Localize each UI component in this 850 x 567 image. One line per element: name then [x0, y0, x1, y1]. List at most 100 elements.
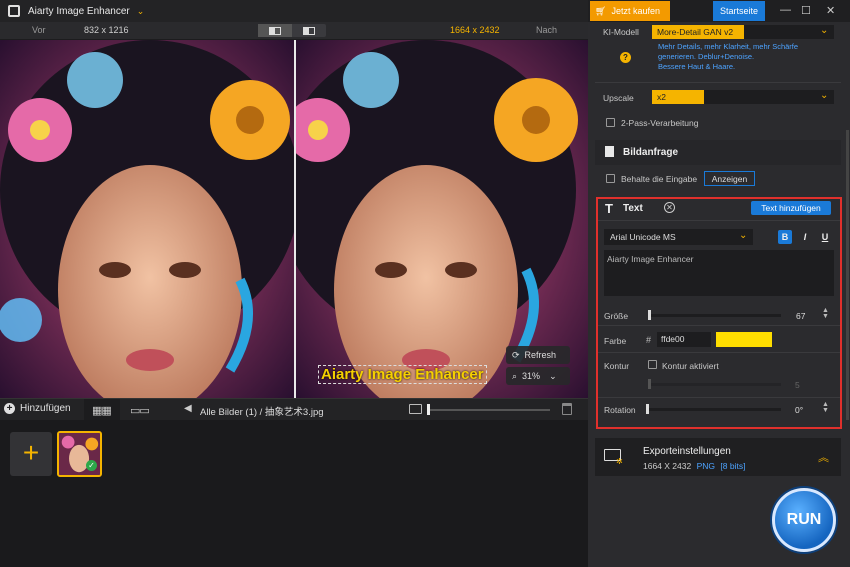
- show-button[interactable]: Anzeigen: [704, 171, 755, 186]
- compare-header: Vor 832 x 1216 1664 x 2432 Nach: [0, 22, 588, 39]
- grid-view-icon[interactable]: ▦▦: [92, 404, 112, 417]
- slider-handle[interactable]: [648, 379, 651, 389]
- font-value: Arial Unicode MS: [610, 232, 676, 242]
- rotation-value: 0°: [795, 405, 804, 415]
- export-size: 1664 X 2432: [643, 461, 692, 471]
- zoom-icon: ⌕: [512, 370, 518, 381]
- trash-icon[interactable]: [562, 403, 572, 415]
- bildanfrage-title: Bildanfrage: [623, 147, 679, 158]
- after-size: 1664 x 2432: [450, 25, 500, 35]
- back-arrow-icon[interactable]: ◀: [184, 403, 192, 414]
- hash-sign: #: [646, 335, 652, 345]
- close-icon[interactable]: ✕: [826, 4, 835, 17]
- slider-handle[interactable]: [427, 404, 430, 415]
- two-pass-label: 2-Pass-Verarbeitung: [621, 118, 699, 128]
- upscale-label: Upscale: [603, 93, 634, 103]
- outline-slider[interactable]: [648, 383, 781, 386]
- keep-input-checkbox[interactable]: [606, 174, 615, 183]
- buy-now-button[interactable]: 🛒︎ Jetzt kaufen: [590, 1, 670, 21]
- thumbnail-size-slider[interactable]: [428, 409, 550, 411]
- add-image-tile[interactable]: +: [10, 432, 52, 476]
- run-button[interactable]: RUN: [772, 488, 836, 552]
- home-button[interactable]: Startseite: [713, 1, 765, 21]
- slider-handle[interactable]: [648, 310, 651, 320]
- zoom-control[interactable]: ⌕ 31% ⌄: [506, 367, 570, 385]
- image-thumbnail[interactable]: [57, 431, 102, 477]
- export-format: PNG: [696, 461, 716, 471]
- breadcrumb[interactable]: Alle Bilder (1) / 抽象艺术3.jpg: [200, 404, 324, 418]
- outline-enable-label: Kontur aktiviert: [662, 361, 719, 371]
- portrait-image: [0, 40, 294, 398]
- hint-line: generieren. Deblur+Denoise.: [658, 52, 755, 61]
- text-overlay[interactable]: Aiarty Image Enhancer: [318, 365, 487, 384]
- chevron-down-icon[interactable]: ⌄: [137, 6, 145, 17]
- app-logo-icon: [8, 5, 20, 17]
- slider-handle[interactable]: [646, 404, 649, 414]
- ki-model-description: Mehr Details, mehr Klarheit, mehr Schärf…: [658, 42, 828, 72]
- app-title: Aiarty Image Enhancer: [28, 5, 130, 17]
- keep-input-label: Behalte die Eingabe: [621, 174, 698, 184]
- add-text-button[interactable]: Text hinzufügen: [751, 201, 831, 215]
- refresh-icon: ⟳: [512, 349, 520, 360]
- minimize-icon[interactable]: —: [780, 4, 791, 16]
- check-icon: ✓: [86, 460, 97, 471]
- side-by-side-button[interactable]: [292, 24, 326, 37]
- outline-value: 5: [795, 380, 800, 390]
- after-label: Nach: [536, 25, 558, 35]
- portrait-image: [296, 40, 590, 398]
- refresh-button[interactable]: ⟳ Refresh: [506, 346, 570, 364]
- rotation-stepper[interactable]: ▲ ▼: [822, 401, 829, 414]
- scrollbar[interactable]: [846, 130, 849, 420]
- help-icon[interactable]: ?: [620, 52, 631, 63]
- ki-model-select[interactable]: More-Detail GAN v2: [652, 25, 744, 39]
- font-select[interactable]: Arial Unicode MS: [604, 229, 753, 245]
- text-tool-icon: T: [605, 201, 613, 216]
- color-hex-input[interactable]: ffde00: [657, 332, 711, 347]
- before-label: Vor: [32, 25, 46, 35]
- before-image[interactable]: [0, 40, 294, 398]
- chevron-down-icon[interactable]: ⌄: [820, 90, 828, 101]
- divider: [595, 82, 841, 83]
- two-pass-checkbox[interactable]: [606, 118, 615, 127]
- upscale-select[interactable]: x2: [652, 90, 704, 104]
- list-view-icon[interactable]: ▭▭: [130, 404, 150, 417]
- before-size: 832 x 1216: [84, 25, 129, 35]
- text-input[interactable]: Aiarty Image Enhancer: [604, 250, 834, 296]
- gear-icon: ✲: [616, 457, 623, 466]
- outline-checkbox[interactable]: [648, 360, 657, 369]
- rotation-slider[interactable]: [648, 408, 781, 411]
- divider: [598, 220, 840, 221]
- document-icon: [605, 146, 614, 157]
- maximize-icon[interactable]: ☐: [801, 4, 811, 17]
- split-view-button[interactable]: [258, 24, 292, 37]
- thumbnail-size-icon: [409, 404, 422, 414]
- size-stepper[interactable]: ▲ ▼: [822, 307, 829, 320]
- chevron-up-icon[interactable]: ︽: [818, 449, 829, 465]
- divider: [598, 325, 840, 326]
- close-icon[interactable]: ✕: [664, 202, 675, 213]
- add-label: Hinzufügen: [20, 403, 71, 414]
- chevron-down-icon[interactable]: ⌄: [820, 25, 828, 36]
- side-by-side-icon: [303, 26, 315, 35]
- underline-button[interactable]: U: [818, 230, 832, 244]
- size-value: 67: [796, 311, 806, 321]
- color-label: Farbe: [604, 336, 627, 346]
- color-swatch[interactable]: [716, 332, 772, 347]
- bold-button[interactable]: B: [778, 230, 792, 244]
- export-info: 1664 X 2432 PNG [8 bits]: [643, 461, 745, 471]
- view-mode-toggle[interactable]: [258, 24, 326, 37]
- chevron-down-icon: ⌄: [549, 370, 557, 381]
- ki-model-label: KI-Modell: [603, 27, 639, 37]
- cart-icon: 🛒︎: [595, 5, 607, 16]
- add-images-button[interactable]: + Hinzufügen: [4, 403, 71, 414]
- app-window: Aiarty Image Enhancer ⌄ Vor 832 x 1216 1…: [0, 0, 850, 567]
- title-bar: Aiarty Image Enhancer ⌄: [0, 0, 588, 22]
- size-label: Größe: [604, 311, 629, 321]
- export-title: Exporteinstellungen: [643, 446, 731, 457]
- outline-label: Kontur: [604, 361, 630, 371]
- italic-button[interactable]: I: [798, 230, 812, 244]
- chevron-down-icon[interactable]: ⌄: [739, 230, 747, 241]
- upscale-dropdown-area[interactable]: [704, 90, 834, 104]
- after-image[interactable]: [296, 40, 590, 398]
- size-slider[interactable]: [648, 314, 781, 317]
